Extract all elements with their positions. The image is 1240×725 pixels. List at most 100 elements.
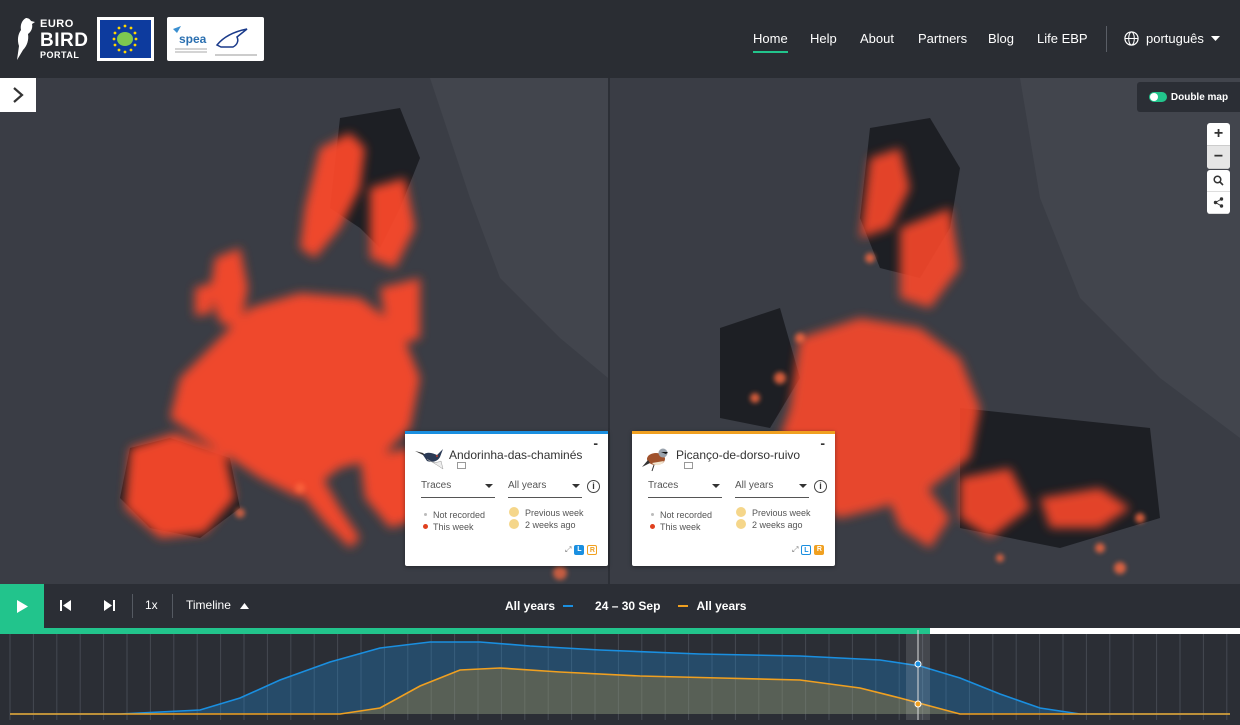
magnifier-icon (1213, 175, 1224, 186)
logo-line-2: BIRD (40, 30, 89, 51)
red-backed-shrike-icon (642, 448, 668, 472)
barn-swallow-icon (415, 449, 444, 470)
timeline-progress-played (0, 628, 930, 634)
share-button[interactable] (1207, 192, 1230, 214)
timeline-toggle[interactable]: Timeline (186, 598, 250, 612)
double-map-area[interactable]: Double map + − - Andorinha-das-chaminés … (0, 78, 1240, 584)
timeline-chart[interactable] (0, 628, 1240, 720)
layer-select[interactable]: Traces (648, 480, 722, 498)
r-badge-icon[interactable]: R (587, 545, 598, 555)
layer-select[interactable]: Traces (421, 480, 495, 498)
species-info-icon[interactable] (684, 462, 693, 469)
legend-not-recorded: Not recorded (660, 510, 713, 520)
expand-icon[interactable]: ⤢ (792, 545, 798, 555)
layer-select-value: Traces (648, 480, 679, 491)
info-icon[interactable]: i (814, 480, 827, 493)
two-weeks-dot (736, 519, 746, 529)
globe-icon (1124, 31, 1139, 46)
player-divider (172, 594, 173, 618)
layer-select-value: Traces (421, 480, 452, 491)
blue-series-line (563, 605, 574, 607)
l-badge-icon[interactable]: L (574, 545, 585, 555)
logo-line-3: PORTAL (40, 50, 80, 60)
previous-week-dot (736, 507, 746, 517)
play-button[interactable] (0, 584, 44, 628)
zoom-controls: + − (1207, 123, 1230, 169)
chevron-up-icon (240, 603, 250, 609)
double-map-toggle[interactable]: Double map (1137, 82, 1240, 112)
share-icon (1213, 197, 1224, 208)
this-week-dot (650, 524, 655, 529)
chevron-down-icon (712, 484, 720, 488)
timeline-svg[interactable] (0, 628, 1240, 720)
orange-series-line (678, 605, 689, 607)
nav-about[interactable]: About (860, 31, 894, 46)
language-selector[interactable]: português (1124, 31, 1220, 46)
zoom-search-button[interactable] (1207, 170, 1230, 192)
speed-button[interactable]: 1x (145, 598, 158, 612)
player-bar: 1x Timeline All years 24 – 30 Sep All ye… (0, 584, 1240, 628)
card-accent-bar (405, 431, 608, 434)
chevron-down-icon (1210, 35, 1220, 41)
nav-life-ebp[interactable]: Life EBP (1037, 31, 1088, 46)
nav-help[interactable]: Help (810, 31, 837, 46)
spea-logo[interactable]: spea (167, 17, 264, 61)
timeline-label: Timeline (186, 598, 231, 612)
svg-text:spea: spea (179, 32, 207, 46)
right-series-label: All years (696, 599, 747, 613)
legend-this-week: This week (660, 522, 701, 532)
current-week-label: 24 – 30 Sep (595, 599, 661, 613)
life-logo[interactable] (97, 17, 154, 61)
expand-icon[interactable]: ⤢ (565, 545, 571, 555)
species-info-icon[interactable] (457, 462, 466, 469)
double-map-switch[interactable] (1148, 92, 1167, 102)
player-divider (132, 594, 133, 618)
timeline-legend: All years 24 – 30 Sep All years (505, 599, 746, 613)
zoom-in-button[interactable]: + (1207, 123, 1230, 146)
chevron-right-icon (13, 87, 24, 103)
blue-current-point (914, 660, 922, 668)
legend-two-weeks-ago: 2 weeks ago (525, 520, 576, 530)
chevron-down-icon (485, 484, 493, 488)
legend-this-week: This week (433, 522, 474, 532)
species-name: Picanço-de-dorso-ruivo (676, 448, 801, 462)
years-select-value: All years (508, 480, 547, 491)
expand-sidebar-button[interactable] (0, 78, 36, 112)
logo-line-1: EURO (40, 18, 74, 30)
l-badge-icon[interactable]: L (801, 545, 812, 555)
card-accent-bar (632, 431, 835, 434)
not-recorded-dot (424, 513, 427, 516)
zoom-out-button[interactable]: − (1207, 146, 1230, 169)
step-forward-icon[interactable] (104, 600, 115, 611)
chevron-down-icon (799, 484, 807, 488)
species-card-barn-swallow: - Andorinha-das-chaminés Traces All year… (405, 431, 608, 566)
years-select-value: All years (735, 480, 774, 491)
years-select[interactable]: All years (508, 480, 582, 498)
two-weeks-dot (509, 519, 519, 529)
nav-partners[interactable]: Partners (918, 31, 967, 46)
bird-logo-icon (17, 18, 35, 60)
map-divider (608, 78, 610, 584)
timeline-progress-remaining (930, 628, 1240, 634)
card-controls: ⤢ L R (792, 545, 825, 555)
nav-divider (1106, 26, 1107, 52)
years-select[interactable]: All years (735, 480, 809, 498)
nav-blog[interactable]: Blog (988, 31, 1014, 46)
europe-heatmaps[interactable] (0, 78, 1240, 584)
species-name: Andorinha-das-chaminés (449, 448, 583, 462)
double-map-label: Double map (1170, 91, 1229, 103)
info-icon[interactable]: i (587, 480, 600, 493)
language-label: português (1146, 31, 1204, 46)
r-badge-icon[interactable]: R (814, 545, 825, 555)
this-week-dot (423, 524, 428, 529)
legend-previous-week: Previous week (525, 508, 584, 518)
card-controls: ⤢ L R (565, 545, 598, 555)
minimize-card-button[interactable]: - (593, 435, 598, 451)
nav-home[interactable]: Home (753, 31, 788, 53)
top-header: EURO BIRD PORTAL spea Home Help About Pa… (0, 0, 1240, 78)
minimize-card-button[interactable]: - (820, 435, 825, 451)
step-back-icon[interactable] (60, 600, 71, 611)
orange-current-point (914, 700, 922, 708)
eurobirdportal-logo[interactable]: EURO BIRD PORTAL (14, 16, 90, 62)
chevron-down-icon (572, 484, 580, 488)
